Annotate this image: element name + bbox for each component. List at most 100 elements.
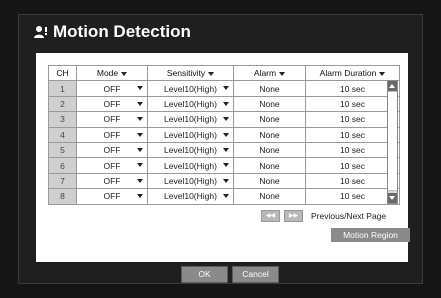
- channel-table: CH Mode Sensitivity Alarm Alarm Duration…: [48, 64, 400, 205]
- sensitivity-select-value: Level10(High): [164, 175, 217, 186]
- alarm-duration-select[interactable]: 10 sec: [305, 111, 400, 128]
- alarm-select[interactable]: None: [233, 111, 306, 128]
- table-header-row: CH Mode Sensitivity Alarm Alarm Duration: [48, 64, 400, 82]
- mode-select[interactable]: OFF: [76, 95, 148, 113]
- sensitivity-select-value: Level10(High): [164, 114, 217, 125]
- alarm-duration-select-value: 10 sec: [339, 175, 366, 186]
- channel-cell-value: 2: [60, 98, 65, 109]
- alarm-duration-select-value: 10 sec: [339, 83, 366, 94]
- mode-select-value: OFF: [103, 98, 121, 109]
- table-row: 2 OFF Level10(High) None 10 sec: [48, 95, 400, 113]
- alarm-duration-select-value: 10 sec: [339, 114, 366, 125]
- table-row: 1 OFF Level10(High) None 10 sec: [48, 80, 400, 97]
- sensitivity-select[interactable]: Level10(High): [147, 95, 234, 113]
- table-row: 7 OFF Level10(High) None 10 sec: [48, 172, 400, 190]
- alarm-duration-select[interactable]: 10 sec: [305, 141, 400, 159]
- column-header-ch: CH: [48, 64, 77, 82]
- mode-select-value: OFF: [103, 114, 121, 125]
- chevron-down-icon: [223, 117, 229, 122]
- sensitivity-select[interactable]: Level10(High): [147, 188, 234, 205]
- alarm-duration-select[interactable]: 10 sec: [305, 80, 400, 97]
- alarm-duration-select[interactable]: 10 sec: [305, 126, 400, 143]
- motion-detection-window: Motion Detection CH Mode Sensitivity Ala…: [18, 14, 423, 284]
- channel-cell: 2: [48, 95, 77, 113]
- motion-region-button[interactable]: Motion Region: [331, 228, 410, 242]
- mode-select[interactable]: OFF: [76, 111, 148, 128]
- scroll-down-icon[interactable]: [388, 193, 397, 203]
- mode-select[interactable]: OFF: [76, 80, 148, 97]
- alarm-select[interactable]: None: [233, 95, 306, 113]
- mode-select-value: OFF: [103, 160, 121, 171]
- chevron-down-icon: [137, 163, 143, 168]
- channel-cell-value: 5: [60, 145, 65, 156]
- table-row: 3 OFF Level10(High) None 10 sec: [48, 111, 400, 128]
- chevron-down-icon: [223, 147, 229, 152]
- sensitivity-select[interactable]: Level10(High): [147, 157, 234, 174]
- table-scrollbar[interactable]: [387, 80, 398, 204]
- sensitivity-select-value: Level10(High): [164, 129, 217, 140]
- sensitivity-select[interactable]: Level10(High): [147, 80, 234, 97]
- chevron-down-icon: [223, 178, 229, 183]
- mode-select[interactable]: OFF: [76, 141, 148, 159]
- alarm-duration-select-value: 10 sec: [339, 129, 366, 140]
- scroll-up-icon[interactable]: [388, 81, 397, 91]
- alarm-select[interactable]: None: [233, 188, 306, 205]
- chevron-down-icon: [137, 147, 143, 152]
- channel-cell-value: 3: [60, 114, 65, 125]
- alarm-select-value: None: [259, 145, 280, 156]
- channel-cell: 1: [48, 80, 77, 97]
- scroll-thumb[interactable]: [388, 91, 397, 191]
- table-row: 4 OFF Level10(High) None 10 sec: [48, 126, 400, 143]
- alarm-duration-select[interactable]: 10 sec: [305, 95, 400, 113]
- channel-cell: 8: [48, 188, 77, 205]
- column-header-mode[interactable]: Mode: [76, 64, 148, 82]
- pager-label: Previous/Next Page: [311, 211, 387, 221]
- alarm-duration-select[interactable]: 10 sec: [305, 188, 400, 205]
- chevron-down-icon: [379, 71, 386, 76]
- alarm-select[interactable]: None: [233, 157, 306, 174]
- chevron-down-icon: [137, 86, 143, 91]
- rewind-icon[interactable]: ◀◀: [261, 210, 280, 222]
- alarm-duration-select[interactable]: 10 sec: [305, 172, 400, 190]
- column-header-alarm[interactable]: Alarm: [233, 64, 306, 82]
- chevron-down-icon: [137, 132, 143, 137]
- sensitivity-select-value: Level10(High): [164, 191, 217, 202]
- mode-select-value: OFF: [103, 191, 121, 202]
- sensitivity-select[interactable]: Level10(High): [147, 172, 234, 190]
- chevron-down-icon: [223, 194, 229, 199]
- alarm-select[interactable]: None: [233, 172, 306, 190]
- sensitivity-select[interactable]: Level10(High): [147, 111, 234, 128]
- column-header-alarm-duration[interactable]: Alarm Duration: [305, 64, 400, 82]
- ok-button[interactable]: OK: [181, 266, 228, 283]
- mode-select[interactable]: OFF: [76, 188, 148, 205]
- cancel-button[interactable]: Cancel: [232, 266, 279, 283]
- sensitivity-select-value: Level10(High): [164, 145, 217, 156]
- sensitivity-select-value: Level10(High): [164, 98, 217, 109]
- sensitivity-select[interactable]: Level10(High): [147, 126, 234, 143]
- user-icon: [34, 26, 47, 38]
- channel-cell-value: 8: [60, 191, 65, 202]
- alarm-select-value: None: [259, 83, 280, 94]
- sensitivity-select-value: Level10(High): [164, 83, 217, 94]
- sensitivity-select-value: Level10(High): [164, 160, 217, 171]
- alarm-select-value: None: [259, 175, 280, 186]
- chevron-down-icon: [208, 71, 215, 76]
- mode-select[interactable]: OFF: [76, 157, 148, 174]
- column-header-sensitivity[interactable]: Sensitivity: [147, 64, 234, 82]
- alarm-select[interactable]: None: [233, 141, 306, 159]
- chevron-down-icon: [223, 132, 229, 137]
- alarm-select[interactable]: None: [233, 126, 306, 143]
- alarm-duration-select-value: 10 sec: [339, 145, 366, 156]
- mode-select[interactable]: OFF: [76, 126, 148, 143]
- fast-forward-icon[interactable]: ▶▶: [284, 210, 303, 222]
- channel-cell-value: 6: [60, 160, 65, 171]
- chevron-down-icon: [137, 178, 143, 183]
- alarm-select[interactable]: None: [233, 80, 306, 97]
- channel-cell-value: 1: [60, 83, 65, 94]
- channel-cell: 7: [48, 172, 77, 190]
- sensitivity-select[interactable]: Level10(High): [147, 141, 234, 159]
- alarm-duration-select[interactable]: 10 sec: [305, 157, 400, 174]
- mode-select[interactable]: OFF: [76, 172, 148, 190]
- alarm-select-value: None: [259, 160, 280, 171]
- chevron-down-icon: [223, 101, 229, 106]
